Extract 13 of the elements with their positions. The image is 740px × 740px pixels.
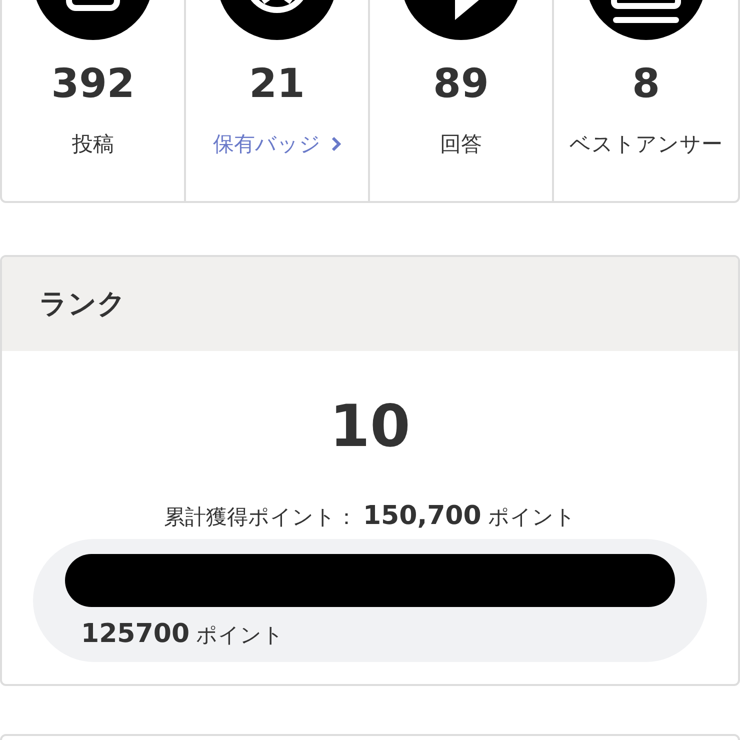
stat-label: 投稿 [72, 131, 114, 158]
chevron-right-icon [331, 136, 341, 152]
rank-title: ランク [39, 286, 126, 322]
stat-count: 89 [433, 60, 489, 108]
progress-points: 125700 ポイント [80, 619, 286, 649]
badges-link[interactable]: 保有バッジ [213, 130, 341, 158]
total-points-text: 累計獲得ポイント： 150,700 ポイント [164, 501, 576, 531]
stat-count: 21 [249, 60, 305, 108]
stat-count: 392 [51, 60, 135, 108]
stat-count: 8 [632, 60, 660, 108]
stat-label: 回答 [440, 131, 482, 158]
stat-label: ベストアンサー [570, 131, 722, 158]
rank-value: 10 [330, 391, 410, 461]
